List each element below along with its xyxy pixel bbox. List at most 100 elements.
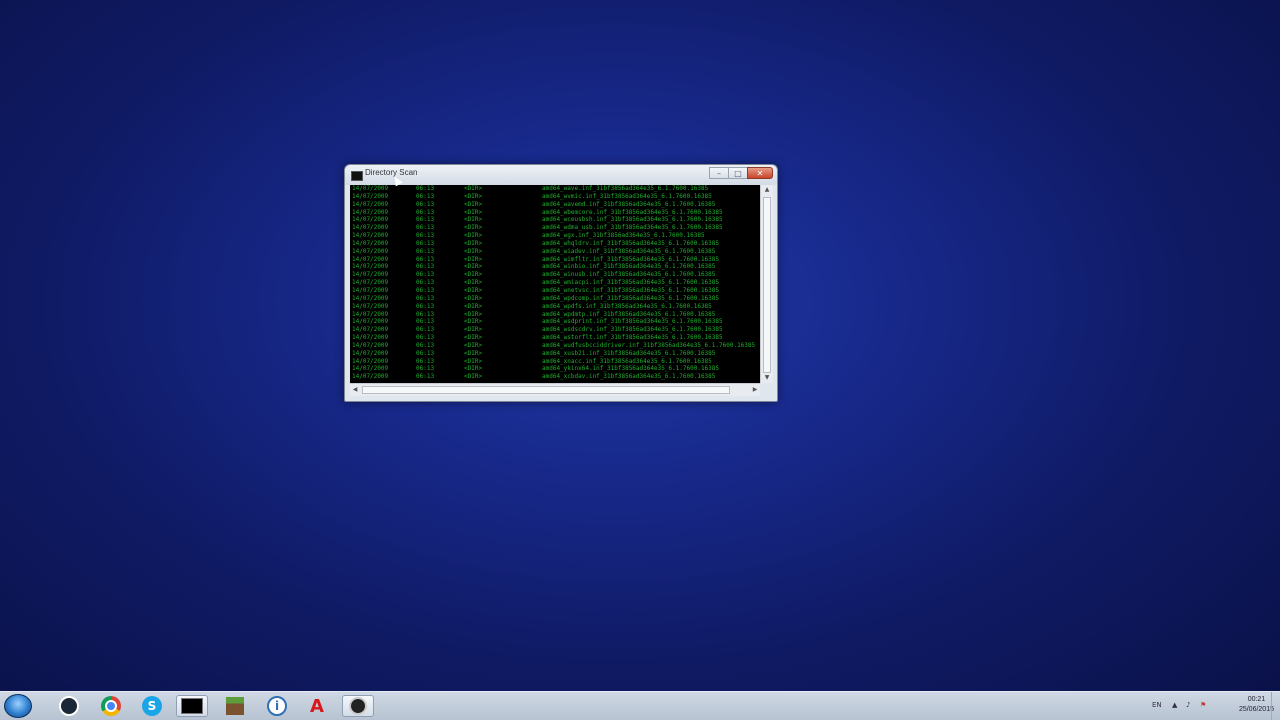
console-type: <DIR> — [464, 334, 483, 342]
scroll-down-arrow-icon[interactable]: ▼ — [761, 373, 773, 383]
console-name: amd64_wnetvsc.inf_31bf3856ad364e35_6.1.7… — [542, 286, 720, 294]
console-name: amd64_wpdmtp.inf_31bf3856ad364e35_6.1.76… — [542, 310, 716, 318]
console-name: amd64_wiadev.inf_31bf3856ad364e35_6.1.76… — [542, 247, 716, 255]
console-time: 06:13 — [416, 255, 435, 263]
console-time: 06:13 — [416, 326, 435, 334]
console-window[interactable]: Directory Scan – □ ✕ 14/07/2009 06:13 <DIR… — [344, 164, 778, 402]
console-date: 14/07/2009 — [352, 310, 389, 318]
taskbar-steam-button[interactable] — [53, 695, 85, 717]
show-hidden-icons-icon[interactable]: ▲ — [1172, 701, 1177, 709]
console-line: 14/07/2009 06:13 <DIR> amd64_xusb21.inf_31b… — [350, 350, 760, 358]
console-type: <DIR> — [464, 349, 483, 357]
taskbar-info-button[interactable]: i — [261, 695, 293, 717]
console-line: 14/07/2009 06:13 <DIR> amd64_xcbdav.inf_31b… — [350, 373, 760, 381]
console-date: 14/07/2009 — [352, 232, 389, 240]
console-type: <DIR> — [464, 318, 483, 326]
console-line: 14/07/2009 06:13 <DIR> amd64_wudfusbcciddri… — [350, 342, 760, 350]
console-time: 06:13 — [416, 357, 435, 365]
volume-icon[interactable]: ♪ — [1186, 701, 1190, 709]
console-time: 06:13 — [416, 247, 435, 255]
horizontal-scrollbar[interactable]: ◀ ▶ — [350, 383, 760, 396]
console-line: 14/07/2009 06:13 <DIR> amd64_whqldrv.inf_31… — [350, 240, 760, 248]
console-line: 14/07/2009 06:13 <DIR> amd64_wpdcomp.inf_31… — [350, 295, 760, 303]
system-tray: EN ▲ ♪ ⚑ 00:21 25/06/2015 — [1140, 692, 1280, 720]
clock-time: 00:21 — [1247, 696, 1266, 703]
clock-date: 25/06/2015 — [1238, 706, 1274, 713]
scroll-up-arrow-icon[interactable]: ▲ — [761, 185, 773, 195]
vertical-scrollbar[interactable]: ▲ ▼ — [760, 185, 773, 383]
console-line: 14/07/2009 06:13 <DIR> amd64_xnacc.inf_31bf… — [350, 358, 760, 366]
console-icon — [181, 698, 203, 714]
console-window-icon — [351, 171, 363, 181]
taskbar-chrome-button[interactable] — [95, 695, 127, 717]
console-date: 14/07/2009 — [352, 255, 389, 263]
console-type: <DIR> — [464, 373, 483, 381]
console-line: 14/07/2009 06:13 <DIR> amd64_wmiacpi.inf_31… — [350, 279, 760, 287]
scroll-right-arrow-icon[interactable]: ▶ — [750, 384, 760, 396]
console-type: <DIR> — [464, 192, 483, 200]
scroll-left-arrow-icon[interactable]: ◀ — [350, 384, 360, 396]
console-type: <DIR> — [464, 216, 483, 224]
console-line: 14/07/2009 06:13 <DIR> amd64_wave.inf_31bf3… — [350, 185, 760, 193]
console-name: amd64_wpdfs.inf_31bf3856ad364e35_6.1.760… — [542, 302, 712, 310]
console-type: <DIR> — [464, 185, 483, 192]
console-name: amd64_wbemcore.inf_31bf3856ad364e35_6.1.… — [542, 208, 723, 216]
console-date: 14/07/2009 — [352, 357, 389, 365]
console-line: 14/07/2009 06:13 <DIR> amd64_winbio.inf_31b… — [350, 263, 760, 271]
console-type: <DIR> — [464, 271, 483, 279]
taskbar-obs-button[interactable] — [342, 695, 374, 717]
maximize-button[interactable]: □ — [728, 167, 748, 179]
console-type: <DIR> — [464, 232, 483, 240]
console-date: 14/07/2009 — [352, 294, 389, 302]
console-output[interactable]: 14/07/2009 06:13 <DIR> amd64_wave.inf_31bf3… — [350, 185, 760, 383]
skype-icon: S — [142, 696, 162, 716]
console-time: 06:13 — [416, 239, 435, 247]
vertical-scroll-thumb[interactable] — [763, 197, 771, 373]
taskbar-skype-button[interactable]: S — [136, 695, 168, 717]
minecraft-icon — [226, 697, 244, 715]
console-name: amd64_wsdscdrv.inf_31bf3856ad364e35_6.1.… — [542, 326, 723, 334]
taskbar-acrobat-button[interactable]: A — [301, 695, 333, 717]
console-type: <DIR> — [464, 310, 483, 318]
console-name: amd64_wavemd.inf_31bf3856ad364e35_6.1.76… — [542, 200, 716, 208]
console-time: 06:13 — [416, 232, 435, 240]
console-type: <DIR> — [464, 294, 483, 302]
console-time: 06:13 — [416, 263, 435, 271]
network-icon[interactable]: ⚑ — [1200, 701, 1206, 709]
start-button[interactable] — [4, 694, 32, 718]
console-date: 14/07/2009 — [352, 185, 389, 192]
horizontal-scroll-thumb[interactable] — [362, 386, 730, 394]
taskbar-minecraft-button[interactable] — [219, 695, 251, 717]
taskbar-console-button[interactable] — [176, 695, 208, 717]
console-type: <DIR> — [464, 224, 483, 232]
console-date: 14/07/2009 — [352, 239, 389, 247]
console-date: 14/07/2009 — [352, 279, 389, 287]
console-line: 14/07/2009 06:13 <DIR> amd64_wdma_usb.inf_3… — [350, 224, 760, 232]
console-time: 06:13 — [416, 373, 435, 381]
console-date: 14/07/2009 — [352, 263, 389, 271]
console-name: amd64_xnacc.inf_31bf3856ad364e35_6.1.760… — [542, 357, 712, 365]
console-name: amd64_wceusbsh.inf_31bf3856ad364e35_6.1.… — [542, 216, 723, 224]
console-name: amd64_wpdcomp.inf_31bf3856ad364e35_6.1.7… — [542, 294, 720, 302]
console-date: 14/07/2009 — [352, 318, 389, 326]
console-name: amd64_wave.inf_31bf3856ad364e35_6.1.7600… — [542, 185, 709, 192]
console-line: 14/07/2009 06:13 <DIR> amd64_winusb.inf_31b… — [350, 271, 760, 279]
console-date: 14/07/2009 — [352, 341, 389, 349]
language-indicator[interactable]: EN — [1152, 701, 1162, 709]
show-desktop-button[interactable] — [1271, 692, 1280, 720]
console-type: <DIR> — [464, 341, 483, 349]
minimize-button[interactable]: – — [709, 167, 729, 179]
console-name: amd64_wudfusbcciddriver.inf_31bf3856ad36… — [542, 341, 756, 349]
title-bar[interactable]: Directory Scan – □ ✕ — [345, 165, 777, 185]
close-icon: ✕ — [756, 168, 764, 178]
console-time: 06:13 — [416, 334, 435, 342]
console-date: 14/07/2009 — [352, 247, 389, 255]
maximize-icon: □ — [734, 168, 742, 178]
clock[interactable]: 00:21 25/06/2015 — [1239, 695, 1274, 715]
console-name: amd64_wgx.inf_31bf3856ad364e35_6.1.7600.… — [542, 232, 705, 240]
steam-icon — [59, 696, 79, 716]
console-time: 06:13 — [416, 302, 435, 310]
console-name: amd64_xusb21.inf_31bf3856ad364e35_6.1.76… — [542, 349, 716, 357]
close-button[interactable]: ✕ — [747, 167, 773, 179]
console-type: <DIR> — [464, 208, 483, 216]
